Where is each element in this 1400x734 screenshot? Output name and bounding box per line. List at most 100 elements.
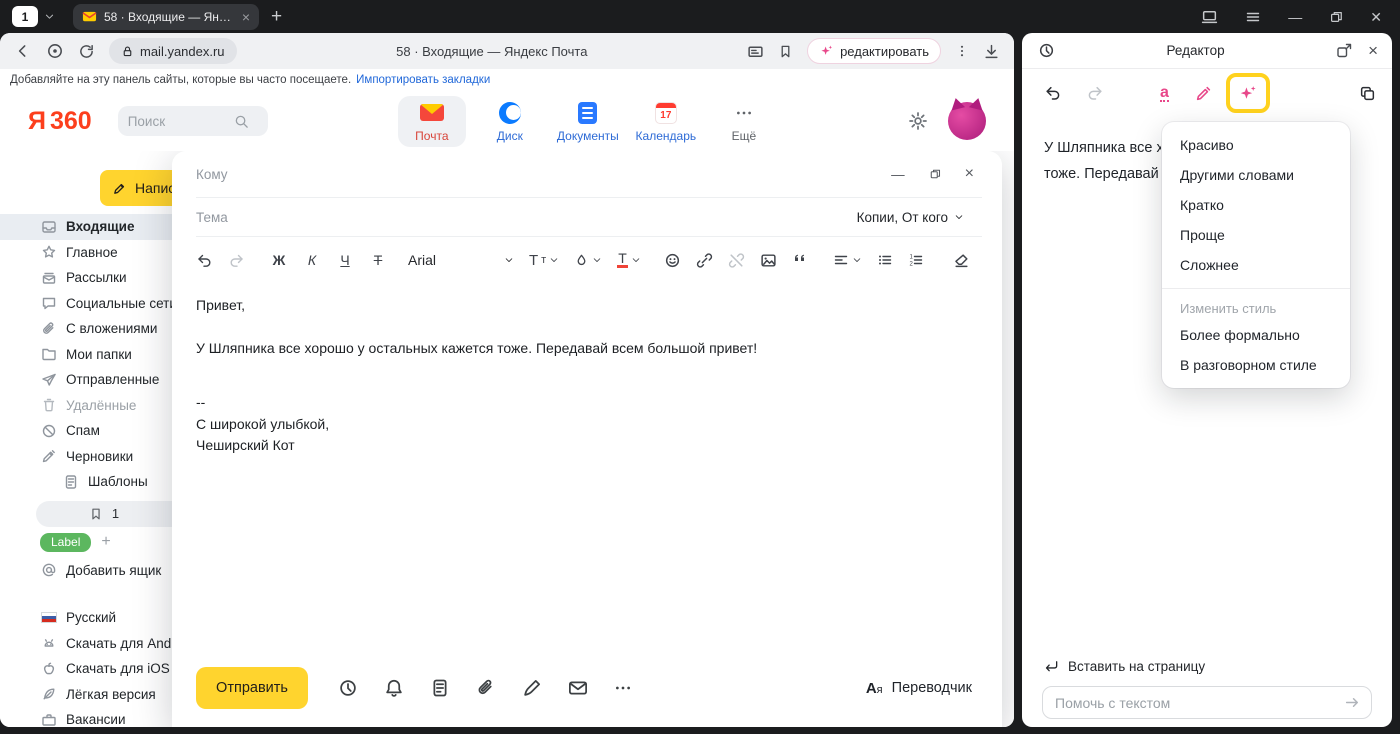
menu-item-formal[interactable]: Более формально	[1162, 320, 1350, 350]
settings-gear-icon[interactable]	[908, 111, 928, 131]
cc-from-toggle[interactable]: Копии, От кого	[857, 210, 964, 225]
underline-button[interactable]: Ч	[336, 252, 354, 268]
sidebar-item-spam[interactable]: Спам	[0, 418, 172, 444]
ai-prompt-box[interactable]	[1042, 686, 1372, 719]
attach-file-icon[interactable]	[476, 678, 496, 698]
subject-field-label[interactable]: Тема	[196, 210, 228, 225]
insert-image-icon[interactable]	[760, 252, 777, 269]
menu-item-rephrase[interactable]: Другими словами	[1162, 160, 1350, 190]
tab-close-icon[interactable]: ×	[242, 10, 250, 24]
address-bar[interactable]: mail.yandex.ru	[109, 38, 237, 64]
tab-counter[interactable]: 1	[12, 6, 38, 27]
redo-icon[interactable]	[228, 252, 245, 269]
eraser-icon[interactable]	[953, 252, 970, 269]
devices-icon[interactable]	[1201, 8, 1218, 25]
align-select[interactable]	[833, 252, 862, 268]
more-menu-icon[interactable]	[955, 44, 969, 58]
menu-item-conversational[interactable]: В разговорном стиле	[1162, 350, 1350, 380]
assistant-icon[interactable]	[46, 42, 64, 60]
back-button[interactable]	[14, 42, 32, 60]
font-size-select[interactable]: Тт	[529, 252, 559, 269]
light-version-item[interactable]: Лёгкая версия	[0, 682, 172, 708]
new-tab-button[interactable]: +	[271, 7, 282, 26]
import-bookmarks-link[interactable]: Импортировать закладки	[356, 74, 490, 86]
schedule-send-icon[interactable]	[338, 678, 358, 698]
menu-item-beautify[interactable]: Красиво	[1162, 130, 1350, 160]
highlight-color-select[interactable]	[574, 253, 602, 268]
sidebar-item-newsletters[interactable]: Рассылки	[0, 265, 172, 291]
window-minimize-button[interactable]: —	[1288, 10, 1302, 24]
font-family-select[interactable]: Arial	[408, 252, 514, 268]
sidebar-item-templates[interactable]: Шаблоны	[0, 469, 172, 495]
text-color-select[interactable]: Т	[617, 252, 641, 268]
insert-to-page-button[interactable]: Вставить на страницу	[1042, 659, 1372, 674]
numbered-list-icon[interactable]: 12	[908, 252, 924, 268]
strikethrough-button[interactable]: Т	[369, 252, 387, 268]
more-options-icon[interactable]	[614, 679, 632, 697]
service-documents[interactable]: Документы	[554, 96, 622, 147]
quote-icon[interactable]	[792, 252, 808, 268]
menu-item-shorten[interactable]: Кратко	[1162, 190, 1350, 220]
panel-close-icon[interactable]: ×	[1368, 42, 1378, 59]
window-restore-button[interactable]	[1329, 10, 1343, 24]
mail-preview-icon[interactable]	[747, 43, 764, 60]
service-calendar[interactable]: 17 Календарь	[632, 96, 700, 147]
download-ios-item[interactable]: Скачать для iOS	[0, 656, 172, 682]
rewrite-icon[interactable]	[1195, 85, 1212, 102]
undo-icon[interactable]	[1044, 84, 1062, 102]
italic-button[interactable]: К	[303, 252, 321, 268]
template-icon[interactable]	[430, 678, 450, 698]
emoji-icon[interactable]	[664, 252, 681, 269]
window-close-button[interactable]: ✕	[1370, 10, 1382, 24]
vacancies-item[interactable]: Вакансии	[0, 707, 172, 727]
spellcheck-icon[interactable]: a	[1160, 85, 1169, 102]
sidebar-item-inbox[interactable]: Входящие	[0, 214, 172, 240]
sidebar-item-sent[interactable]: Отправленные	[0, 367, 172, 393]
refresh-button[interactable]	[78, 43, 95, 60]
download-android-item[interactable]: Скачать для Android	[0, 631, 172, 657]
send-button[interactable]: Отправить	[196, 667, 308, 709]
link-icon[interactable]	[696, 252, 713, 269]
compose-close-icon[interactable]: ×	[965, 165, 974, 183]
ai-assist-button[interactable]	[1226, 73, 1270, 113]
add-mailbox-item[interactable]: Добавить ящик	[0, 558, 172, 584]
label-badge[interactable]: Label	[40, 533, 91, 552]
undo-icon[interactable]	[196, 252, 213, 269]
service-mail[interactable]: Почта	[398, 96, 466, 147]
to-field-label[interactable]: Кому	[196, 167, 228, 182]
sidebar-item-drafts[interactable]: Черновики	[0, 444, 172, 470]
menu-icon[interactable]	[1245, 9, 1261, 25]
bookmark-flag-icon[interactable]	[778, 44, 793, 59]
history-clock-icon[interactable]	[1038, 42, 1055, 59]
add-label-icon[interactable]: +	[101, 534, 110, 550]
sidebar-item-attachments[interactable]: С вложениями	[0, 316, 172, 342]
copy-icon[interactable]	[1359, 85, 1376, 102]
redo-icon[interactable]	[1086, 84, 1104, 102]
avatar[interactable]	[948, 102, 986, 140]
sidebar-item-main[interactable]: Главное	[0, 240, 172, 266]
sidebar-item-myfolders[interactable]: Мои папки	[0, 342, 172, 368]
service-disk[interactable]: Диск	[476, 96, 544, 147]
edit-with-ai-button[interactable]: редактировать	[807, 38, 941, 64]
compose-restore-icon[interactable]	[929, 168, 941, 180]
bold-button[interactable]: Ж	[270, 252, 288, 268]
unlink-icon[interactable]	[728, 252, 745, 269]
download-icon[interactable]	[983, 43, 1000, 60]
tab-list-chevron-icon[interactable]	[44, 11, 55, 22]
email-body[interactable]: Привет, У Шляпника все хорошо у остальны…	[172, 283, 1002, 649]
yandex360-logo[interactable]: Я 360	[28, 107, 92, 136]
translator-button[interactable]: Ая Переводчик	[866, 680, 972, 697]
reminder-bell-icon[interactable]	[384, 678, 404, 698]
browser-tab[interactable]: 58 · Входящие — Яндекс Почта ×	[73, 4, 259, 30]
signature-pen-icon[interactable]	[522, 678, 542, 698]
bookmarks-filter[interactable]: 1	[36, 501, 172, 527]
sidebar-item-deleted[interactable]: Удалённые	[0, 393, 172, 419]
submit-arrow-icon[interactable]	[1344, 694, 1361, 711]
service-more[interactable]: Ещё	[710, 96, 778, 147]
compose-minimize-icon[interactable]: —	[891, 167, 905, 182]
ai-prompt-input[interactable]	[1055, 695, 1336, 711]
search-input[interactable]	[128, 114, 228, 129]
search-box[interactable]	[118, 106, 268, 136]
envelope-icon[interactable]	[568, 678, 588, 698]
menu-item-complexify[interactable]: Сложнее	[1162, 250, 1350, 280]
